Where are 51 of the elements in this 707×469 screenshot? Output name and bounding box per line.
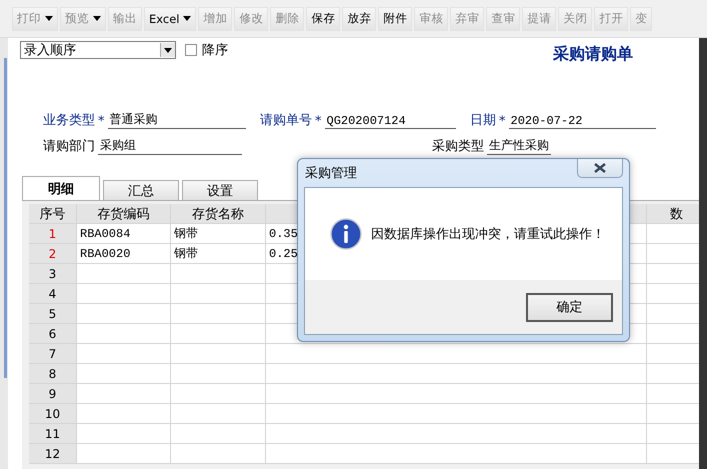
column-header: 存货名称 xyxy=(171,204,266,224)
row-number: 5 xyxy=(29,304,77,324)
close-icon xyxy=(593,163,607,173)
row-number: 3 xyxy=(29,264,77,284)
sort-dropdown[interactable]: 录入顺序 xyxy=(20,41,176,59)
table-cell: 钢带 xyxy=(171,244,266,264)
required-mark: * xyxy=(98,114,104,129)
checkbox-label: 降序 xyxy=(202,42,228,59)
toolbar-button[interactable]: Excel xyxy=(144,6,196,30)
tab[interactable]: 汇总 xyxy=(103,180,179,200)
input-field[interactable]: 采购组 xyxy=(98,137,242,155)
table-cell: RBA0084 xyxy=(77,224,171,244)
row-number: 4 xyxy=(29,284,77,304)
toolbar-button[interactable]: 保存 xyxy=(306,6,340,30)
field-label: 请购单号 xyxy=(260,112,312,129)
table-cell: 钢带 xyxy=(171,224,266,244)
form-title: 采购请购单 xyxy=(553,44,633,64)
close-button[interactable] xyxy=(577,159,623,178)
table-cell: RBA0020 xyxy=(77,244,171,264)
column-header: 存货编码 xyxy=(77,204,171,224)
tab[interactable]: 设置 xyxy=(182,180,258,200)
ok-button[interactable]: 确定 xyxy=(526,292,613,322)
tab[interactable]: 明细 xyxy=(22,176,100,200)
checkbox[interactable] xyxy=(185,44,197,56)
row-number: 9 xyxy=(29,384,77,404)
column-header: 序号 xyxy=(29,204,77,224)
required-mark: * xyxy=(499,114,506,129)
input-field[interactable]: QG202007124 xyxy=(324,114,456,129)
input-field[interactable]: 普通采购 xyxy=(108,111,246,129)
caret-icon xyxy=(164,48,172,52)
column-header: 数 xyxy=(647,204,699,224)
row-number: 10 xyxy=(29,404,77,424)
field-label: 请购部门 xyxy=(43,138,95,155)
row-number: 12 xyxy=(29,444,77,464)
row-number: 6 xyxy=(29,324,77,344)
field-label: 采购类型 xyxy=(432,138,484,155)
row-number: 8 xyxy=(29,364,77,384)
dialog-message: 因数据库操作出现冲突，请重试此操作！ xyxy=(371,226,605,243)
input-field[interactable]: 2020-07-22 xyxy=(508,114,656,129)
input-field[interactable]: 生产性采购 xyxy=(487,137,551,155)
field-label: 业务类型 xyxy=(43,112,95,129)
row-number: 11 xyxy=(29,424,77,444)
info-icon xyxy=(330,218,362,250)
row-number: 2 xyxy=(29,244,77,264)
toolbar-button[interactable]: 附件 xyxy=(378,6,412,30)
dialog-title: 采购管理 xyxy=(305,165,357,182)
row-number: 1 xyxy=(29,224,77,244)
row-number: 7 xyxy=(29,344,77,364)
required-mark: * xyxy=(315,114,322,129)
toolbar-button[interactable]: 放弃 xyxy=(342,6,376,30)
field-label: 日期 xyxy=(470,112,496,129)
